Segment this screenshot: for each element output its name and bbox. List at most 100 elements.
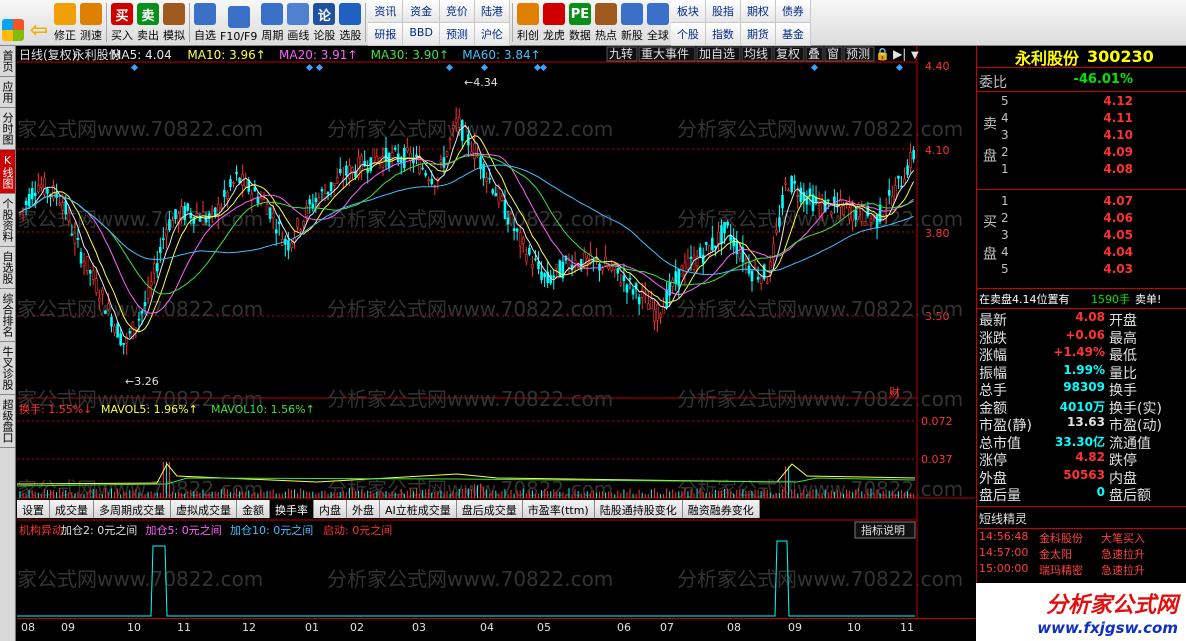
toolbar-grid-item[interactable]: 资讯 xyxy=(368,0,404,23)
chart-tab[interactable]: 窗 xyxy=(827,47,839,61)
tab-12[interactable]: 融资融券变化 xyxy=(682,500,760,518)
chart-tab[interactable]: 均线 xyxy=(744,47,768,61)
toolbar-grid-item[interactable]: 个股 xyxy=(670,23,706,46)
candle-body xyxy=(714,245,717,248)
candle-body xyxy=(262,197,266,200)
quote-row: 振幅 1.99% 量比 xyxy=(977,363,1186,382)
leftnav-item-3[interactable]: K线图 xyxy=(0,150,15,194)
leftnav-item-5[interactable]: 自选股 xyxy=(0,247,15,289)
leftnav-item-0[interactable]: 首页 xyxy=(0,46,15,77)
chart-tab[interactable]: 加自选 xyxy=(699,47,735,61)
chart-button[interactable]: 利创 xyxy=(515,0,541,45)
dragon-button[interactable]: 龙虎 xyxy=(541,0,567,45)
toolbar-grid-item[interactable]: 沪伦 xyxy=(474,23,510,46)
chart-svg[interactable]: 4.404.103.803.500.0720.037分析家公式网www.7082… xyxy=(0,46,975,621)
cycle-button[interactable]: 周期 xyxy=(259,0,285,45)
tab-7[interactable]: 外盘 xyxy=(347,500,380,518)
candle-body xyxy=(637,296,641,305)
buy-button[interactable]: 买买入 xyxy=(109,0,135,45)
weibi-value: -46.01% xyxy=(1073,72,1133,87)
stock-title: 永利股份 300230 xyxy=(977,46,1186,68)
dropdown-icon[interactable]: ▼ xyxy=(911,50,919,61)
leftnav-item-8[interactable]: 超级盘口 xyxy=(0,395,15,448)
clock-button[interactable]: 测速 xyxy=(78,0,104,45)
chart-tab[interactable]: 九转 xyxy=(609,46,633,61)
ask-level: 2 xyxy=(1001,145,1009,159)
toolbar-grid-item[interactable]: 债券 xyxy=(775,0,811,23)
globe-button[interactable]: 全球 xyxy=(645,0,671,45)
chart-tab[interactable]: 重大事件 xyxy=(641,47,689,61)
tab-3[interactable]: 虚拟成交量 xyxy=(171,500,237,518)
discuss-button[interactable]: 论论股 xyxy=(311,0,337,45)
candle-body xyxy=(457,117,461,128)
tab-9[interactable]: 盘后成交量 xyxy=(456,500,523,518)
new-stock-button[interactable]: 新股 xyxy=(619,0,645,45)
candle-body xyxy=(390,151,394,158)
chart-tab[interactable]: 预测 xyxy=(846,47,870,61)
toolbar-grid-item[interactable]: 研报 xyxy=(368,23,404,46)
candle-body xyxy=(85,256,89,272)
tab-0[interactable]: 设置 xyxy=(17,500,50,518)
search-chart-button[interactable]: 选股 xyxy=(337,0,363,45)
tab-5[interactable]: 换手率 xyxy=(270,500,314,518)
toolbar-grid-item[interactable]: 预测 xyxy=(439,23,475,46)
leftnav-item-6[interactable]: 综合排名 xyxy=(0,289,15,342)
candle-body xyxy=(854,209,858,220)
leftnav-item-4[interactable]: 个股资料 xyxy=(0,194,15,247)
toolbar-grid-item[interactable]: 资金 xyxy=(403,0,440,23)
windows-logo-button[interactable] xyxy=(0,0,26,45)
stat-value: 4010万 xyxy=(1059,399,1105,414)
ask-level: 1 xyxy=(1001,162,1009,176)
toolbar-label: F10/F9 xyxy=(220,30,258,43)
news-item[interactable]: 14:56:48 金科股份 大笔买入 xyxy=(977,530,1186,547)
kline-chart-area[interactable]: 4.404.103.803.500.0720.037分析家公式网www.7082… xyxy=(0,46,975,621)
watermark-text: 分析家公式网www.70822.com xyxy=(17,567,263,591)
toolbar-grid-item[interactable]: 竞价 xyxy=(439,0,475,23)
toolbar-grid-item[interactable]: 基金 xyxy=(775,23,811,46)
toolbar-grid-item[interactable]: 指数 xyxy=(705,23,741,46)
chart-tab[interactable]: 复权 xyxy=(776,47,800,61)
tab-10[interactable]: 市盈率(ttm) xyxy=(522,500,595,518)
lock-icon[interactable]: 🔒 xyxy=(875,47,890,61)
hot-button[interactable]: 热点 xyxy=(593,0,619,45)
pencil-button[interactable]: 画线 xyxy=(285,0,311,45)
indicator-help-label[interactable]: 指标说明 xyxy=(861,523,905,537)
tab-1[interactable]: 成交量 xyxy=(50,500,94,518)
candle-body xyxy=(299,229,302,232)
candle-body xyxy=(332,183,336,186)
sell-button[interactable]: 卖卖出 xyxy=(135,0,161,45)
leftnav-item-2[interactable]: 分时图 xyxy=(0,108,15,150)
divider xyxy=(977,91,1186,92)
toolbar-label: 测速 xyxy=(80,29,102,42)
leftnav-item-1[interactable]: 应用 xyxy=(0,77,15,108)
chart-tab[interactable]: 叠 xyxy=(808,47,820,61)
candle-body xyxy=(235,171,238,175)
quote-row: 5 4.12 xyxy=(977,94,1186,111)
pe-button[interactable]: PE 数据 xyxy=(567,0,593,45)
tab-8[interactable]: AI立桩成交量 xyxy=(380,500,457,518)
hammer-button[interactable]: 模拟 xyxy=(161,0,187,45)
toolbar-grid-item[interactable]: 股指 xyxy=(705,0,741,23)
tab-2[interactable]: 多周期成交量 xyxy=(94,500,171,518)
folder-button[interactable]: 自选 xyxy=(192,0,218,45)
toolbar-grid-item[interactable]: 期权 xyxy=(740,0,776,23)
candle-body xyxy=(107,303,110,311)
tab-4[interactable]: 金额 xyxy=(237,500,270,518)
tab-11[interactable]: 陆股通持股变化 xyxy=(594,500,683,518)
bid-price: 4.03 xyxy=(1103,262,1133,276)
news-event: 急速拉升 xyxy=(1101,564,1145,577)
finance-icon[interactable]: 财 xyxy=(889,385,900,399)
f10-button[interactable]: F10/F9 xyxy=(218,0,259,45)
toolbar-grid-item[interactable]: 期货 xyxy=(740,23,776,46)
play-end-icon[interactable]: ▶| xyxy=(893,47,906,61)
news-item[interactable]: 14:57:00 金太阳 急速拉升 xyxy=(977,546,1186,563)
tab-6[interactable]: 内盘 xyxy=(314,500,347,518)
up-arrow-button[interactable]: 修正 xyxy=(52,0,78,45)
toolbar-grid-item[interactable]: BBD xyxy=(403,23,440,46)
leftnav-item-7[interactable]: 牛叉诊股 xyxy=(0,342,15,395)
back-arrow-button[interactable]: ⇦ xyxy=(26,0,52,45)
toolbar-grid-item[interactable]: 板块 xyxy=(670,0,706,23)
news-item[interactable]: 15:00:00 瑞玛精密 急速拉升 xyxy=(977,562,1186,579)
candle-body xyxy=(61,202,65,211)
toolbar-grid-item[interactable]: 陆港 xyxy=(474,0,510,23)
